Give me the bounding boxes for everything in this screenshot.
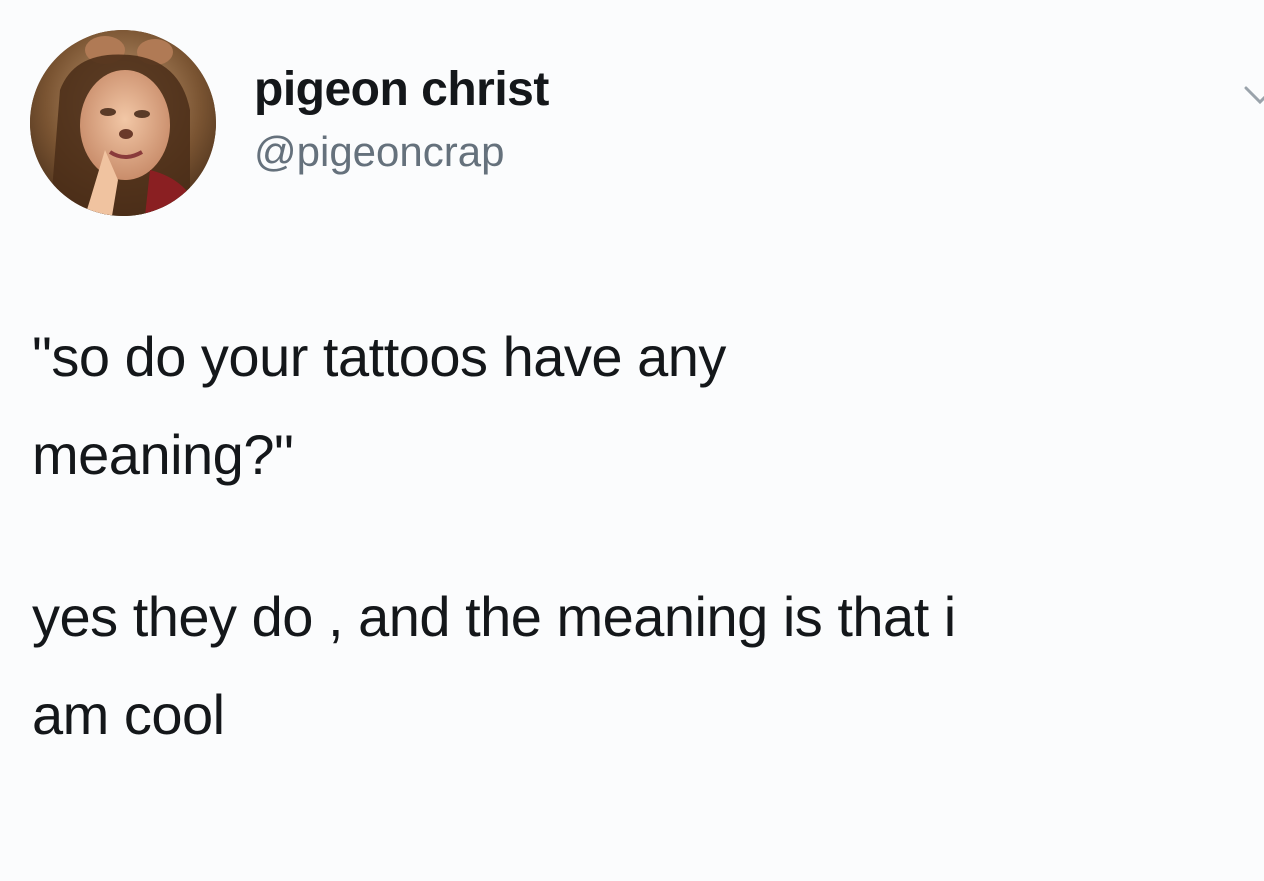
chevron-down-icon[interactable]	[1240, 80, 1264, 110]
avatar[interactable]	[30, 30, 216, 216]
tweet-text-quote: "so do your tattoos have any meaning?"	[32, 325, 726, 486]
tweet-card: pigeon christ @pigeoncrap "so do your ta…	[0, 0, 1264, 881]
avatar-photo	[30, 30, 216, 216]
tweet-text-reply: yes they do , and the meaning is that i …	[32, 585, 956, 746]
author-display-name[interactable]: pigeon christ	[254, 62, 549, 117]
author-handle[interactable]: @pigeoncrap	[254, 128, 504, 176]
